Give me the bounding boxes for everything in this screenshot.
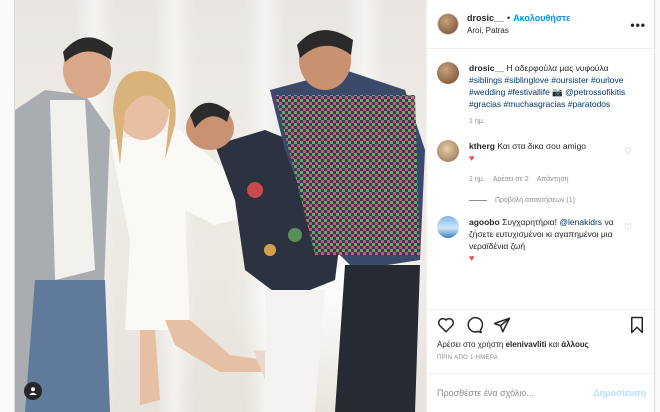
post-location[interactable]: Aroi, Patras [467,26,570,35]
comment-mention[interactable]: @lenakidrs [559,217,602,227]
red-heart-emoji: ♥ [469,253,475,263]
red-heart-emoji: ♥ [469,153,475,163]
comment-text: Και στα δικα σου amigo [497,141,587,151]
post-timestamp[interactable]: ΠΡΙΝ ΑΠΟ 1 ΗΜΕΡΑ [437,355,498,361]
likes-summary[interactable]: Αρέσει στο χρήστη elenivavliti και άλλου… [437,340,589,349]
caption-avatar[interactable] [437,62,459,84]
comment-icon[interactable] [465,316,483,334]
camera-emoji: 📷 [552,87,563,97]
separator-dot: • [507,13,511,23]
post-comment-button[interactable]: Δημοσίευση [593,388,646,398]
user-tag-icon[interactable] [24,382,42,400]
instagram-post-view: drosic__ • Ακολουθήστε Aroi, Patras ••• … [0,0,660,412]
heart-outline-icon[interactable] [437,316,455,334]
likes-others[interactable]: άλλους [561,340,588,349]
author-avatar[interactable] [437,13,459,35]
comment-avatar[interactable] [437,140,459,162]
comment-like-icon[interactable]: ♡ [624,222,632,233]
caption-mention[interactable]: @petrossofikitis [565,87,625,97]
caption-hashtags-2[interactable]: #gracias #muchasgracias #paratodos [469,99,610,109]
view-replies-link[interactable]: Προβολή απαντήσεων (1) [469,197,646,204]
comment-likes[interactable]: Αρέσει σε 2 [493,174,529,186]
photo-people-illustration [15,30,425,412]
comment-username[interactable]: agoobo [469,217,500,227]
likes-user[interactable]: elenivavliti [506,340,547,349]
add-comment-bar: Δημοσίευση [427,373,656,412]
post-photo[interactable] [15,0,426,412]
comment-item: ktherg Και στα δικα σου amigo ♥ 1 ημ. Αρ… [437,140,646,186]
comment-item: agoobo Συγχαρητήρια! @lenakidrs να ζήσετ… [437,216,646,264]
caption-username[interactable]: drosic__ [469,63,504,73]
comments-list: drosic__ Η αδερφούλα μας νυφούλα #siblin… [427,50,656,308]
bookmark-icon[interactable] [628,316,646,334]
post-header: drosic__ • Ακολουθήστε Aroi, Patras ••• [427,0,656,49]
author-username[interactable]: drosic__ [467,13,504,23]
comment-like-icon[interactable]: ♡ [624,146,632,157]
comment-text: Συγχαρητήρια! [502,217,558,227]
comment-avatar[interactable] [437,216,459,238]
more-horizontal-icon[interactable]: ••• [630,18,646,32]
comment-input[interactable] [437,388,594,398]
share-icon[interactable] [493,316,511,334]
post-actions [427,309,656,339]
reply-button[interactable]: Απάντηση [537,174,569,186]
post-side-panel: drosic__ • Ακολουθήστε Aroi, Patras ••• … [426,0,656,412]
caption-time[interactable]: 1 ημ. [469,116,485,128]
post-container: drosic__ • Ακολουθήστε Aroi, Patras ••• … [14,0,656,412]
comment-time[interactable]: 1 ημ. [469,174,485,186]
comment-username[interactable]: ktherg [469,141,495,151]
caption-text: Η αδερφούλα μας νυφούλα [506,63,609,73]
follow-button[interactable]: Ακολουθήστε [513,13,570,23]
caption: drosic__ Η αδερφούλα μας νυφούλα #siblin… [437,62,646,128]
